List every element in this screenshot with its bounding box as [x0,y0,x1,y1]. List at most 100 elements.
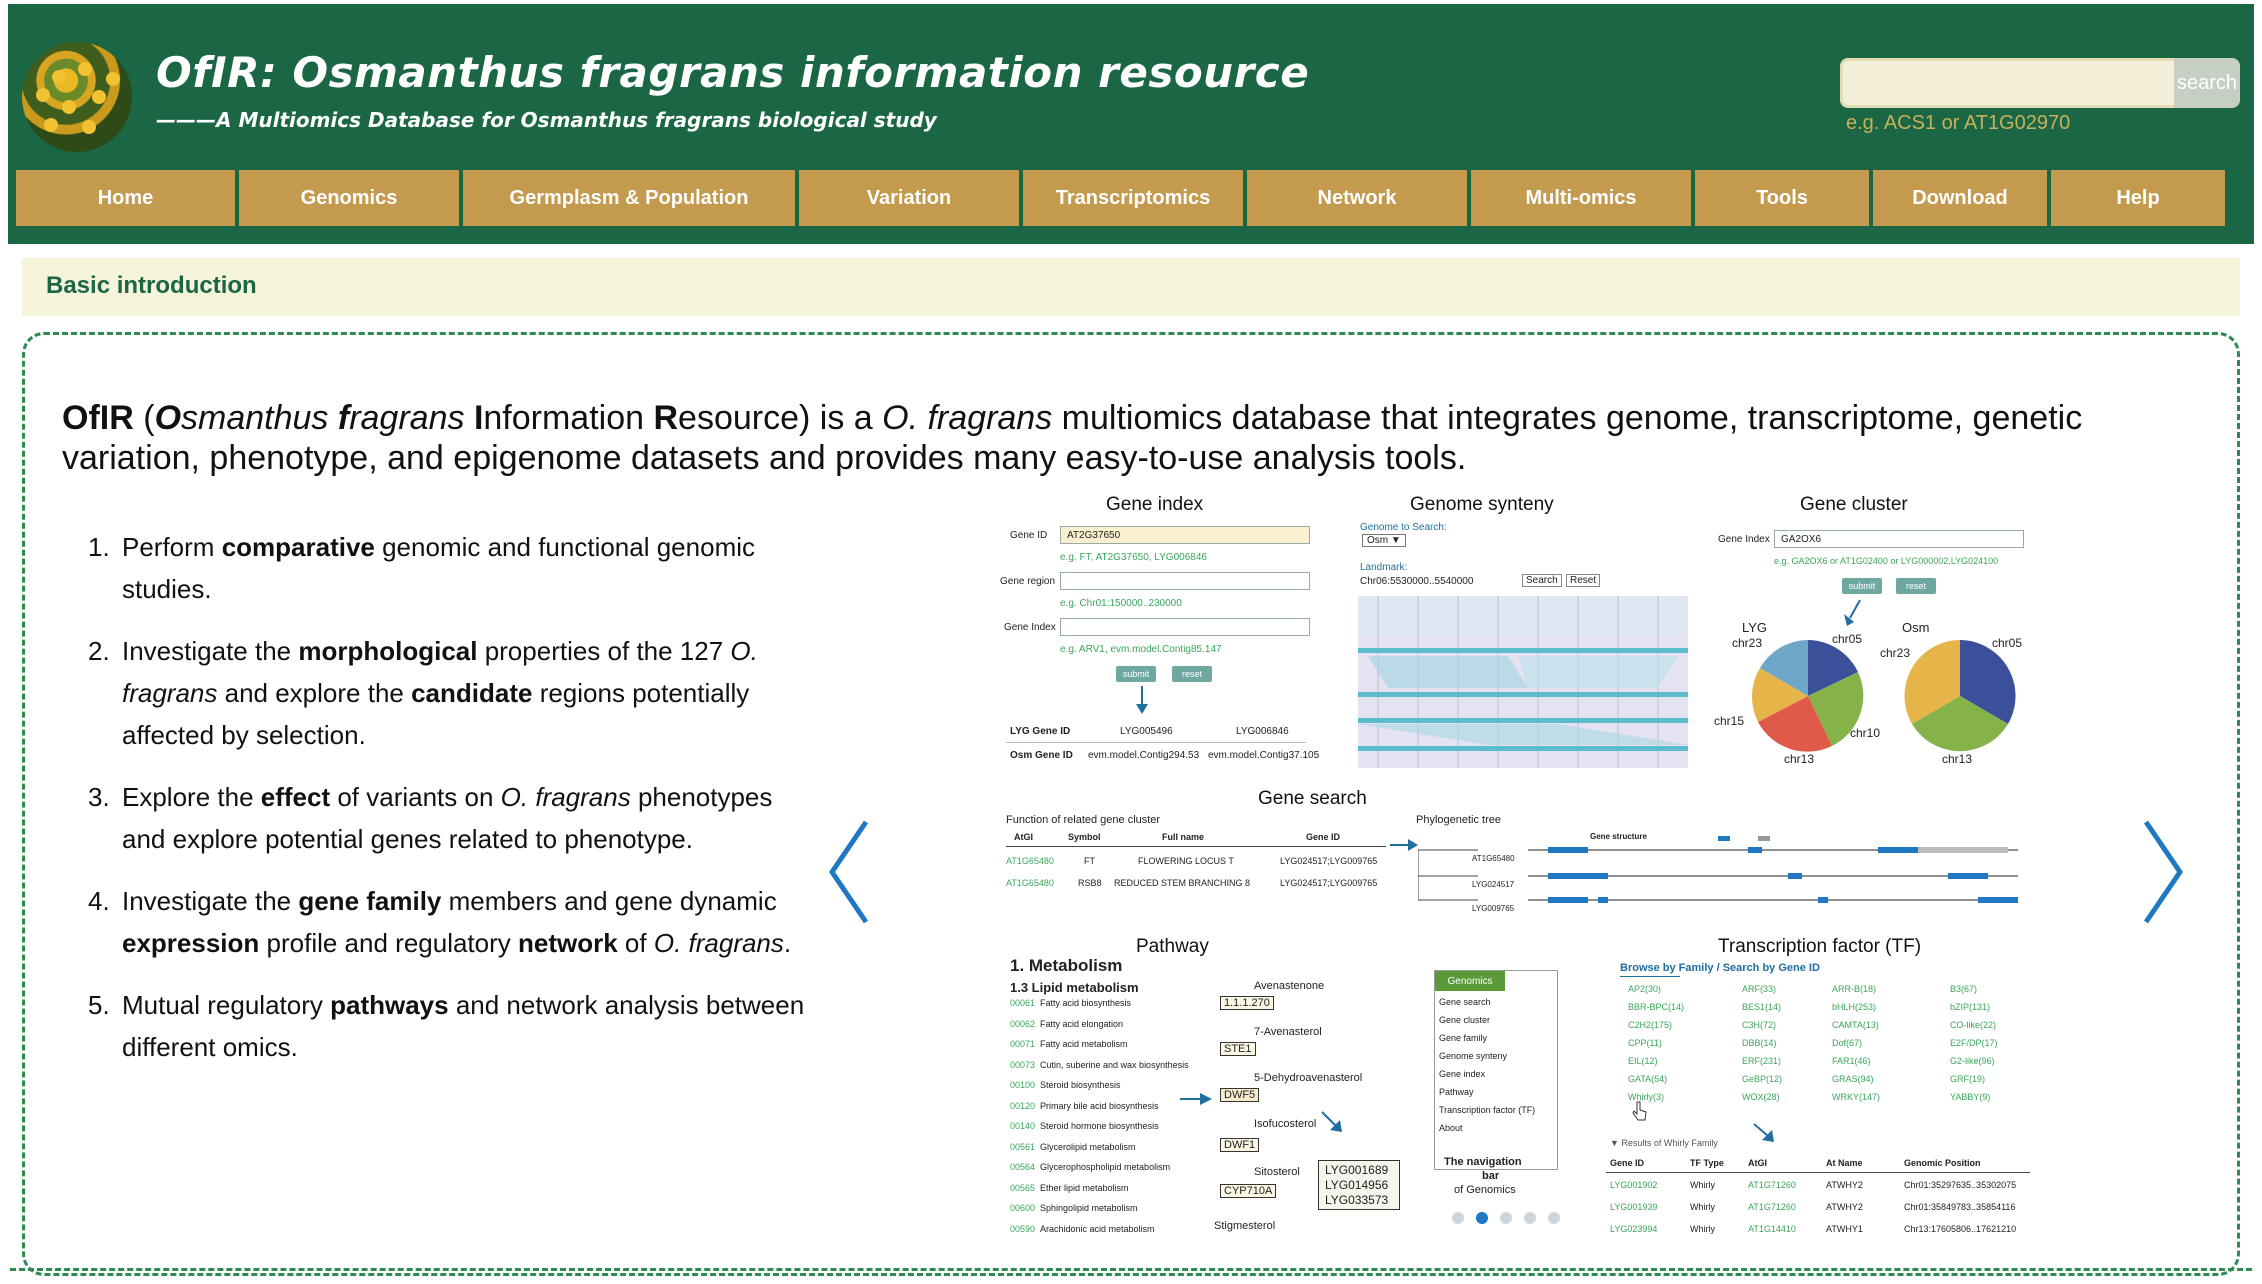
pathway-name[interactable]: Sphingolipid metabolism [1040,1203,1138,1213]
tf-family-link[interactable]: WOX(28) [1742,1092,1780,1102]
menu-item[interactable]: Transcription factor (TF) [1439,1105,1535,1115]
tf-family-link[interactable]: C2H2(175) [1628,1020,1672,1030]
tf-family-link[interactable]: AP2(30) [1628,984,1661,994]
nav-download[interactable]: Download [1873,170,2047,226]
tf-cell[interactable]: LYG001902 [1610,1180,1657,1190]
carousel-next-arrow-icon[interactable] [2134,812,2190,932]
pathway-name[interactable]: Primary bile acid biosynthesis [1040,1101,1159,1111]
gene-id-input[interactable]: AT2G37650 [1060,526,1310,544]
menu-item[interactable]: Gene index [1439,1069,1485,1079]
tf-family-link[interactable]: CO-like(22) [1950,1020,1996,1030]
carousel-dot[interactable] [1452,1212,1464,1224]
reset-button[interactable]: reset [1172,666,1212,682]
osm-pie-chart[interactable] [1900,636,2020,756]
pathway-name[interactable]: Arachidonic acid metabolism [1040,1224,1155,1234]
nav-help[interactable]: Help [2051,170,2225,226]
tf-family-link[interactable]: bHLH(253) [1832,1002,1876,1012]
cell[interactable]: AT1G65480 [1006,856,1054,866]
tf-family-link[interactable]: CPP(11) [1628,1038,1662,1048]
tf-family-link[interactable]: GRAS(94) [1832,1074,1874,1084]
gene-box[interactable]: LYG001689 LYG014956 LYG033573 [1318,1160,1400,1210]
tf-family-link[interactable]: DBB(14) [1742,1038,1777,1048]
tf-family-link[interactable]: ARF(33) [1742,984,1776,994]
submit-button[interactable]: submit [1116,666,1156,682]
nav-germplasm-population[interactable]: Germplasm & Population [463,170,795,226]
nav-transcriptomics[interactable]: Transcriptomics [1023,170,1243,226]
tf-family-link[interactable]: BES1(14) [1742,1002,1781,1012]
pathway-code[interactable]: 00061 [1010,998,1035,1008]
synteny-viewer[interactable] [1358,596,1688,768]
menu-item[interactable]: About [1439,1123,1463,1133]
menu-item[interactable]: Genome synteny [1439,1051,1507,1061]
carousel-dot[interactable] [1476,1212,1488,1224]
tf-family-link[interactable]: B3(67) [1950,984,1977,994]
search-button[interactable]: search [2174,58,2240,108]
pathway-name[interactable]: Cutin, suberine and wax biosynthesis [1040,1060,1189,1070]
pathway-code[interactable]: 00600 [1010,1203,1035,1213]
pathway-name[interactable]: Fatty acid biosynthesis [1040,998,1131,1008]
pathway-code[interactable]: 00073 [1010,1060,1035,1070]
menu-item[interactable]: Pathway [1439,1087,1474,1097]
gene-index-input[interactable] [1060,618,1310,636]
pathway-code[interactable]: 00100 [1010,1080,1035,1090]
carousel-prev-arrow-icon[interactable] [822,812,878,932]
pathway-name[interactable]: Fatty acid metabolism [1040,1039,1128,1049]
menu-item[interactable]: Gene search [1439,997,1491,1007]
pathway-code[interactable]: 00565 [1010,1183,1035,1193]
enzyme-box[interactable]: DWF1 [1220,1138,1260,1152]
tf-cell[interactable]: LYG001939 [1610,1202,1657,1212]
gene-region-input[interactable] [1060,572,1310,590]
tf-family-link[interactable]: CAMTA(13) [1832,1020,1879,1030]
tf-family-link[interactable]: G2-like(96) [1950,1056,1995,1066]
menu-item[interactable]: Gene family [1439,1033,1487,1043]
tf-cell[interactable]: LYG023994 [1610,1224,1657,1234]
menu-item[interactable]: Gene cluster [1439,1015,1490,1025]
nav-network[interactable]: Network [1247,170,1467,226]
pathway-name[interactable]: Fatty acid elongation [1040,1019,1123,1029]
cluster-index-input[interactable]: GA2OX6 [1774,530,2024,548]
enzyme-box[interactable]: CYP710A [1220,1184,1277,1198]
tf-family-link[interactable]: ARR-B(18) [1832,984,1876,994]
phylogenetic-tree[interactable] [1418,836,2038,906]
landmark-value[interactable]: Chr06:5530000..5540000 [1360,576,1473,587]
tf-family-link[interactable]: BBR-BPC(14) [1628,1002,1684,1012]
enzyme-box[interactable]: STE1 [1220,1042,1256,1056]
tf-family-link[interactable]: C3H(72) [1742,1020,1776,1030]
pathway-name[interactable]: Glycerophospholipid metabolism [1040,1162,1170,1172]
tf-family-link[interactable]: E2F/DP(17) [1950,1038,1998,1048]
pathway-code[interactable]: 00071 [1010,1039,1035,1049]
reset-button[interactable]: Reset [1566,574,1601,587]
tf-family-link[interactable]: bZIP(131) [1950,1002,1990,1012]
tf-family-link[interactable]: ERF(231) [1742,1056,1781,1066]
search-button[interactable]: Search [1522,574,1562,587]
enzyme-box[interactable]: 1.1.1.270 [1220,996,1274,1010]
pathway-code[interactable]: 00120 [1010,1101,1035,1111]
pathway-code[interactable]: 00564 [1010,1162,1035,1172]
tf-family-link[interactable]: GATA(54) [1628,1074,1667,1084]
pathway-code[interactable]: 00140 [1010,1121,1035,1131]
pathway-name[interactable]: Ether lipid metabolism [1040,1183,1129,1193]
carousel-dot[interactable] [1524,1212,1536,1224]
reset-button[interactable]: reset [1896,578,1936,594]
tf-family-link[interactable]: WRKY(147) [1832,1092,1880,1102]
search-input[interactable] [1840,58,2174,108]
tf-family-link[interactable]: EIL(12) [1628,1056,1658,1066]
osmanthus-logo[interactable] [22,42,132,152]
pathway-name[interactable]: Glycerolipid metabolism [1040,1142,1136,1152]
nav-variation[interactable]: Variation [799,170,1019,226]
nav-tools[interactable]: Tools [1695,170,1869,226]
tf-tabs[interactable]: Browse by Family / Search by Gene ID [1620,962,1820,974]
genome-select[interactable]: Osm ▼ [1362,534,1406,547]
tf-family-link[interactable]: FAR1(46) [1832,1056,1871,1066]
carousel-dot[interactable] [1500,1212,1512,1224]
nav-genomics[interactable]: Genomics [239,170,459,226]
cell[interactable]: AT1G65480 [1006,878,1054,888]
pathway-code[interactable]: 00062 [1010,1019,1035,1029]
enzyme-box[interactable]: DWF5 [1220,1088,1260,1102]
nav-multi-omics[interactable]: Multi-omics [1471,170,1691,226]
nav-home[interactable]: Home [16,170,235,226]
pathway-name[interactable]: Steroid biosynthesis [1040,1080,1121,1090]
pathway-name[interactable]: Steroid hormone biosynthesis [1040,1121,1159,1131]
tf-family-link[interactable]: YABBY(9) [1950,1092,1990,1102]
carousel-dot[interactable] [1548,1212,1560,1224]
